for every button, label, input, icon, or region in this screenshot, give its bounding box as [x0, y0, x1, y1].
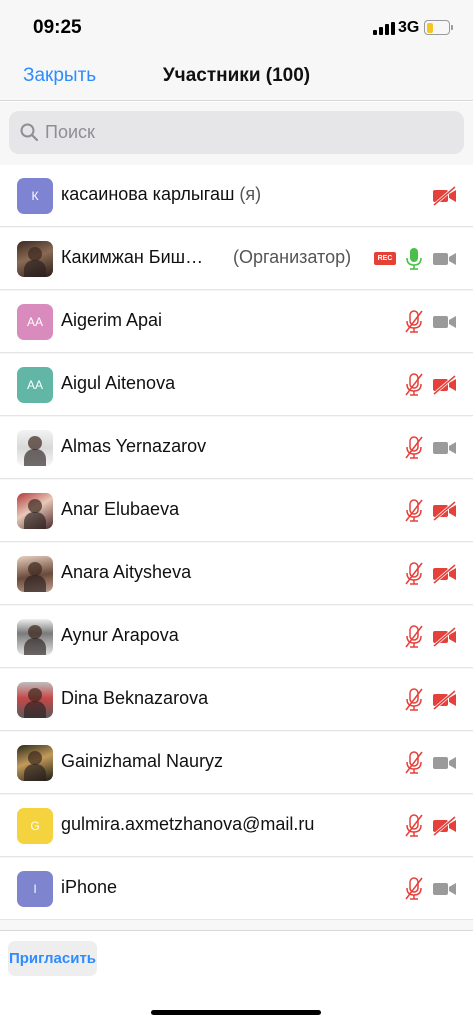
participant-row[interactable]: Anar Elubaeva: [0, 480, 473, 542]
mic-muted-icon[interactable]: [404, 373, 424, 397]
video-off-icon[interactable]: [432, 690, 457, 710]
avatar: К: [17, 178, 53, 214]
battery-cap: [451, 25, 453, 30]
video-off-icon[interactable]: [432, 186, 457, 206]
participant-name: Aigerim Apai: [61, 310, 163, 330]
self-marker: (я): [234, 184, 262, 204]
participant-row[interactable]: G gulmira.axmetzhanova@mail.ru: [0, 795, 473, 857]
video-on-icon[interactable]: [432, 249, 457, 269]
video-off-icon[interactable]: [432, 375, 457, 395]
avatar-photo: [17, 241, 53, 277]
rec-badge: REC: [374, 252, 396, 265]
avatar: AA: [17, 367, 53, 403]
close-button[interactable]: Закрыть: [23, 65, 96, 87]
participant-row[interactable]: AA Aigerim Apai: [0, 291, 473, 353]
avatar: I: [17, 871, 53, 907]
network-type: 3G: [398, 19, 420, 36]
mic-muted-icon[interactable]: [404, 625, 424, 649]
participant-row[interactable]: Dina Beknazarova: [0, 669, 473, 731]
video-on-icon[interactable]: [432, 879, 457, 899]
mic-muted-icon[interactable]: [404, 310, 424, 334]
participant-row[interactable]: AA Aigul Aitenova: [0, 354, 473, 416]
mic-muted-icon[interactable]: [404, 751, 424, 775]
participant-name: iPhone: [61, 877, 118, 897]
search-box[interactable]: [9, 111, 464, 154]
video-off-icon[interactable]: [432, 564, 457, 584]
participant-name: Dina Beknazarova: [61, 688, 209, 708]
participant-name: gulmira.axmetzhanova@mail.ru: [61, 814, 315, 834]
video-off-icon[interactable]: [432, 501, 457, 521]
participant-row[interactable]: Anara Aitysheva: [0, 543, 473, 605]
participant-name: касаинова карлыгаш: [61, 184, 235, 204]
search-area: [0, 102, 473, 163]
mic-muted-icon[interactable]: [404, 499, 424, 523]
host-role-label: (Организатор): [233, 247, 352, 267]
mic-on-icon[interactable]: [404, 247, 424, 271]
search-icon: [20, 123, 39, 142]
participant-row[interactable]: Какимжан Биш… (Организатор) REC: [0, 228, 473, 290]
video-on-icon[interactable]: [432, 438, 457, 458]
mic-muted-icon[interactable]: [404, 688, 424, 712]
avatar-photo: [17, 619, 53, 655]
avatar-photo: [17, 556, 53, 592]
footer-bar: Пригласить: [0, 930, 473, 1024]
participant-row[interactable]: К касаинова карлыгаш (я): [0, 165, 473, 227]
cellular-signal-icon: [373, 22, 395, 35]
avatar-photo: [17, 682, 53, 718]
mic-muted-icon[interactable]: [404, 877, 424, 901]
home-indicator[interactable]: [151, 1010, 321, 1015]
mic-muted-icon[interactable]: [404, 562, 424, 586]
avatar: AA: [17, 304, 53, 340]
nav-bar: Закрыть Участники (100): [0, 54, 473, 101]
video-off-icon[interactable]: [432, 627, 457, 647]
participant-name: Какимжан Биш…: [61, 247, 204, 267]
invite-button[interactable]: Пригласить: [8, 941, 97, 976]
video-off-icon[interactable]: [432, 816, 457, 836]
participants-list: К касаинова карлыгаш (я) Какимжан Биш… (…: [0, 163, 473, 930]
participant-name: Almas Yernazarov: [61, 436, 207, 456]
participant-name: Aigul Aitenova: [61, 373, 176, 393]
participant-name: Aynur Arapova: [61, 625, 179, 645]
battery-icon: [424, 20, 450, 35]
participant-row[interactable]: Almas Yernazarov: [0, 417, 473, 479]
video-on-icon[interactable]: [432, 753, 457, 773]
avatar-photo: [17, 430, 53, 466]
participant-name: Anara Aitysheva: [61, 562, 192, 582]
mic-muted-icon[interactable]: [404, 436, 424, 460]
participant-name: Gainizhamal Nauryz: [61, 751, 224, 771]
participant-row[interactable]: Aynur Arapova: [0, 606, 473, 668]
participant-row[interactable]: Gainizhamal Nauryz: [0, 732, 473, 794]
avatar-photo: [17, 745, 53, 781]
status-time: 09:25: [33, 17, 82, 38]
participant-name: Anar Elubaeva: [61, 499, 180, 519]
participant-row[interactable]: I iPhone: [0, 858, 473, 920]
video-on-icon[interactable]: [432, 312, 457, 332]
avatar-photo: [17, 493, 53, 529]
search-input[interactable]: [45, 111, 445, 154]
avatar: G: [17, 808, 53, 844]
mic-muted-icon[interactable]: [404, 814, 424, 838]
status-bar: 09:25 3G: [0, 0, 473, 54]
